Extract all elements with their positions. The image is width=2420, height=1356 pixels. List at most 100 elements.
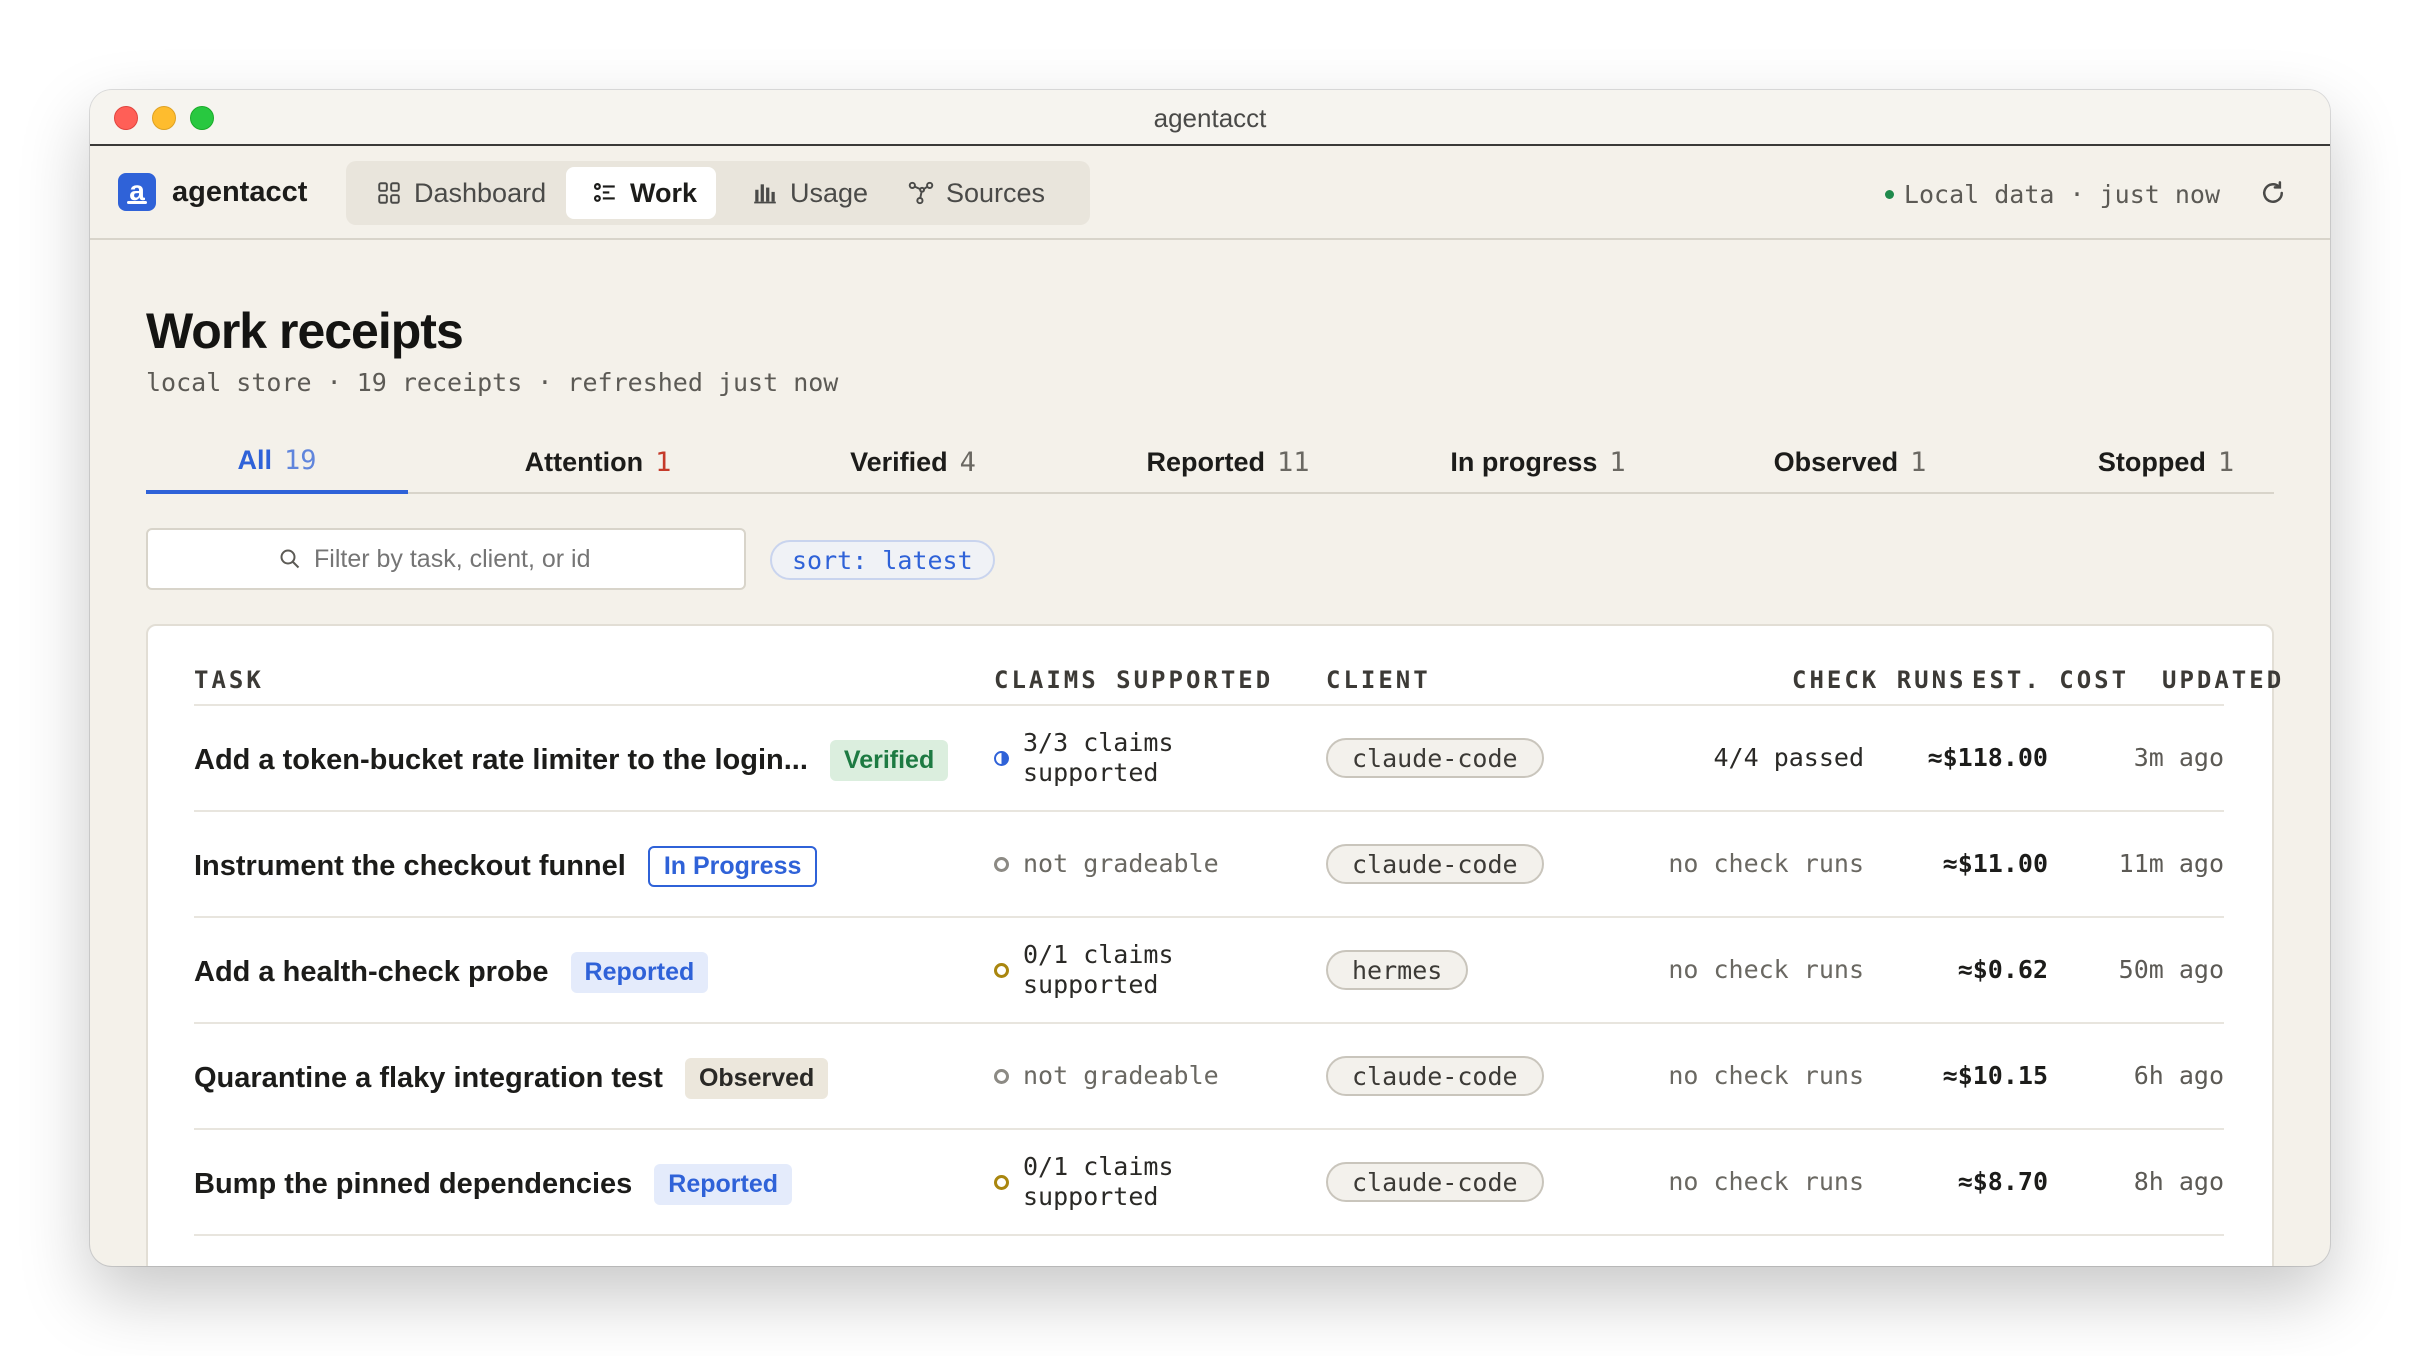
client-chip: claude-code bbox=[1326, 844, 1544, 884]
check-runs: no check runs bbox=[1668, 1167, 1864, 1196]
updated-time: 8h ago bbox=[2133, 1167, 2224, 1196]
client-chip: claude-code bbox=[1326, 738, 1544, 778]
filter-box[interactable] bbox=[146, 528, 746, 590]
claims-text: supported bbox=[1023, 758, 1159, 787]
task-cell: Instrument the checkout funnel In Progre… bbox=[194, 846, 818, 887]
tab-label: Observed bbox=[1773, 446, 1899, 477]
receipts-table: TASK CLAIMS SUPPORTED CLIENT CHECK RUNS … bbox=[146, 624, 2281, 1266]
tab-all[interactable]: All 19 bbox=[146, 430, 408, 494]
tab-label: Stopped bbox=[2097, 446, 2206, 477]
claims-cell: not gradeable bbox=[994, 1061, 1219, 1091]
nav-tab-label: Work bbox=[630, 177, 698, 208]
task-title: Bump the pinned dependencies bbox=[194, 1168, 633, 1200]
tab-attention[interactable]: Attention 1 bbox=[498, 430, 698, 494]
claims-text: 3/3 claims bbox=[1023, 728, 1174, 757]
tab-label: In progress bbox=[1450, 446, 1598, 477]
status-badge: Reported bbox=[654, 1164, 793, 1205]
table-row[interactable]: Add a health-check probe Reported 0/1 cl… bbox=[194, 916, 2224, 1022]
status-badge: Verified bbox=[829, 740, 949, 781]
tab-stopped[interactable]: Stopped 1 bbox=[2066, 430, 2266, 494]
nav-tab-work[interactable]: Work bbox=[566, 167, 716, 219]
tab-label: Reported bbox=[1146, 446, 1265, 477]
nav-tab-sources[interactable]: Sources bbox=[882, 167, 1060, 219]
filter-input[interactable] bbox=[314, 544, 614, 574]
empty-circle-icon bbox=[994, 1174, 1009, 1190]
claims-text: 0/1 claims bbox=[1023, 1152, 1174, 1181]
tab-observed[interactable]: Observed 1 bbox=[1740, 430, 1960, 494]
claims-cell: 0/1 claims supported bbox=[994, 940, 1174, 1000]
checklist-icon bbox=[593, 183, 615, 202]
status-badge: In Progress bbox=[647, 846, 818, 887]
nav-tab-dashboard[interactable]: Dashboard bbox=[350, 167, 556, 219]
tab-verified[interactable]: Verified 4 bbox=[818, 430, 1008, 494]
task-cell: Bump the pinned dependencies Reported bbox=[194, 1164, 793, 1205]
claims-cell: not gradeable bbox=[994, 849, 1219, 879]
task-title: Instrument the checkout funnel bbox=[194, 850, 626, 882]
nodes-icon bbox=[908, 181, 934, 205]
claims-cell: 0/1 claims supported bbox=[994, 1152, 1174, 1212]
search-icon bbox=[280, 549, 300, 569]
grid-icon bbox=[378, 182, 400, 204]
empty-circle-icon bbox=[994, 1068, 1009, 1084]
check-runs: no check runs bbox=[1668, 1061, 1864, 1090]
task-title: Add a token-bucket rate limiter to the l… bbox=[194, 744, 808, 776]
col-header-checks[interactable]: CHECK RUNS bbox=[1792, 666, 1967, 694]
table-row[interactable]: Quarantine a flaky integration test Obse… bbox=[194, 1022, 2224, 1128]
updated-time: 6h ago bbox=[2133, 1061, 2224, 1090]
tab-count: 1 bbox=[655, 446, 672, 478]
claims-text: 0/1 claims bbox=[1023, 940, 1174, 969]
col-header-claims[interactable]: CLAIMS SUPPORTED bbox=[994, 666, 1273, 694]
status-dot-icon bbox=[1884, 190, 1894, 199]
page-title: Work receipts bbox=[146, 303, 464, 359]
half-circle-icon bbox=[994, 750, 1009, 766]
est-cost: ≈$0.62 bbox=[1957, 955, 2048, 984]
tab-label: Attention bbox=[524, 446, 644, 477]
updated-time: 11m ago bbox=[2118, 849, 2224, 878]
tab-reported[interactable]: Reported 11 bbox=[1118, 430, 1338, 494]
empty-circle-icon bbox=[994, 856, 1009, 872]
claims-text: supported bbox=[1023, 970, 1159, 999]
refresh-icon[interactable] bbox=[2258, 178, 2288, 208]
nav-tab-usage[interactable]: Usage bbox=[726, 167, 872, 219]
client-chip: claude-code bbox=[1326, 1162, 1544, 1202]
task-cell: Add a health-check probe Reported bbox=[194, 952, 709, 993]
status-badge: Reported bbox=[570, 952, 709, 993]
sort-button[interactable]: sort: latest bbox=[770, 540, 995, 580]
table-row[interactable]: Bump the pinned dependencies Reported 0/… bbox=[194, 1128, 2224, 1236]
nav-tab-label: Sources bbox=[946, 177, 1046, 208]
claims-text: not gradeable bbox=[1023, 1061, 1219, 1090]
tab-count: 1 bbox=[1910, 446, 1927, 478]
app-logo-icon: a bbox=[118, 173, 156, 211]
status-text: Local data · just now bbox=[1903, 180, 2220, 209]
tab-count: 19 bbox=[284, 444, 317, 476]
est-cost: ≈$11.00 bbox=[1942, 849, 2048, 878]
tab-count: 4 bbox=[959, 446, 976, 478]
col-header-cost[interactable]: EST. COST bbox=[1972, 666, 2129, 694]
main-nav: Dashboard Work Usage Sources bbox=[346, 161, 1090, 225]
page-subtitle: local store · 19 receipts · refreshed ju… bbox=[146, 368, 839, 397]
title-bar: agentacct bbox=[90, 90, 2330, 146]
est-cost: ≈$8.70 bbox=[1957, 1167, 2048, 1196]
tab-label: All bbox=[237, 444, 272, 475]
table-row[interactable]: Add a token-bucket rate limiter to the l… bbox=[194, 704, 2224, 810]
task-title: Add a health-check probe bbox=[194, 956, 549, 988]
tab-label: Verified bbox=[850, 446, 948, 477]
col-header-updated[interactable]: UPDATED bbox=[2162, 666, 2284, 694]
app-window: agentacct a agentacct Dashboard Work Usa… bbox=[90, 90, 2330, 1266]
window-title: agentacct bbox=[1153, 103, 1267, 133]
col-header-task[interactable]: TASK bbox=[194, 666, 264, 694]
tab-count: 1 bbox=[2217, 446, 2235, 478]
col-header-client[interactable]: CLIENT bbox=[1326, 666, 1431, 694]
tab-in-progress[interactable]: In progress 1 bbox=[1418, 430, 1658, 494]
table-row[interactable]: Instrument the checkout funnel In Progre… bbox=[194, 810, 2224, 916]
empty-circle-icon bbox=[994, 962, 1009, 978]
check-runs: no check runs bbox=[1668, 955, 1864, 984]
updated-time: 3m ago bbox=[2133, 743, 2224, 772]
tab-count: 1 bbox=[1609, 446, 1626, 478]
updated-time: 50m ago bbox=[2118, 955, 2224, 984]
task-cell: Quarantine a flaky integration test Obse… bbox=[194, 1058, 829, 1099]
est-cost: ≈$10.15 bbox=[1942, 1061, 2048, 1090]
bar-chart-icon bbox=[754, 184, 776, 204]
claims-cell: 3/3 claims supported bbox=[994, 728, 1174, 788]
check-runs: 4/4 passed bbox=[1713, 743, 1864, 772]
